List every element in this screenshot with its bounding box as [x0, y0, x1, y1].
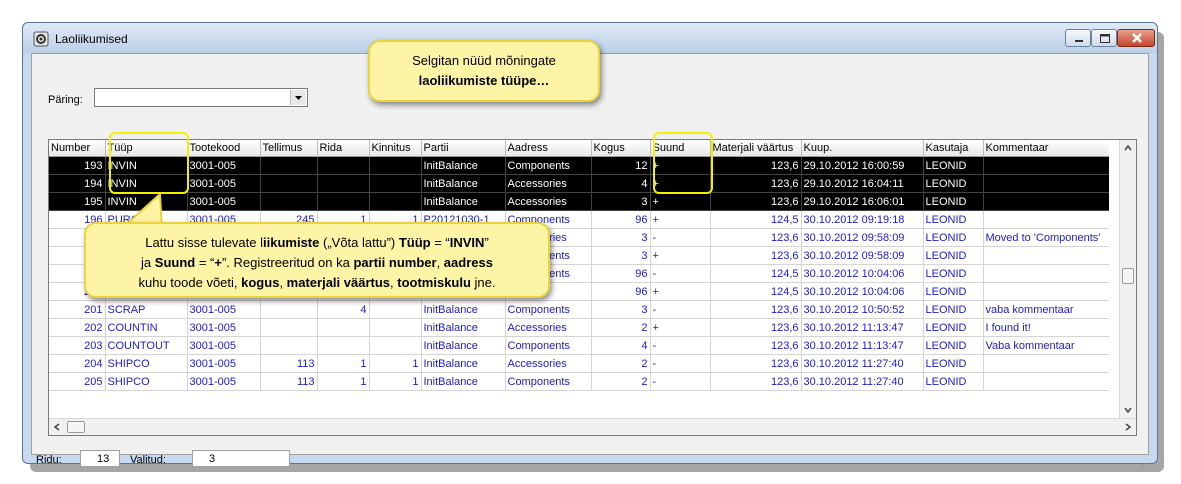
callout-intro-line2: laoliikumiste tüüpe… [418, 73, 550, 88]
callout-line1: Lattu sisse tulevate liikumiste („Võta l… [145, 235, 489, 250]
callout-intro-line1: Selgitan nüüd mõningate [412, 53, 556, 68]
callout-intro: Selgitan nüüd mõningate laoliikumiste tü… [368, 40, 600, 102]
callout-line2: ja Suund = “+”. Registreeritud on ka par… [141, 255, 493, 270]
callout-explanation: Lattu sisse tulevate liikumiste („Võta l… [84, 222, 550, 298]
callout-line3: kuhu toode võeti, kogus, materjali väärt… [138, 275, 496, 290]
